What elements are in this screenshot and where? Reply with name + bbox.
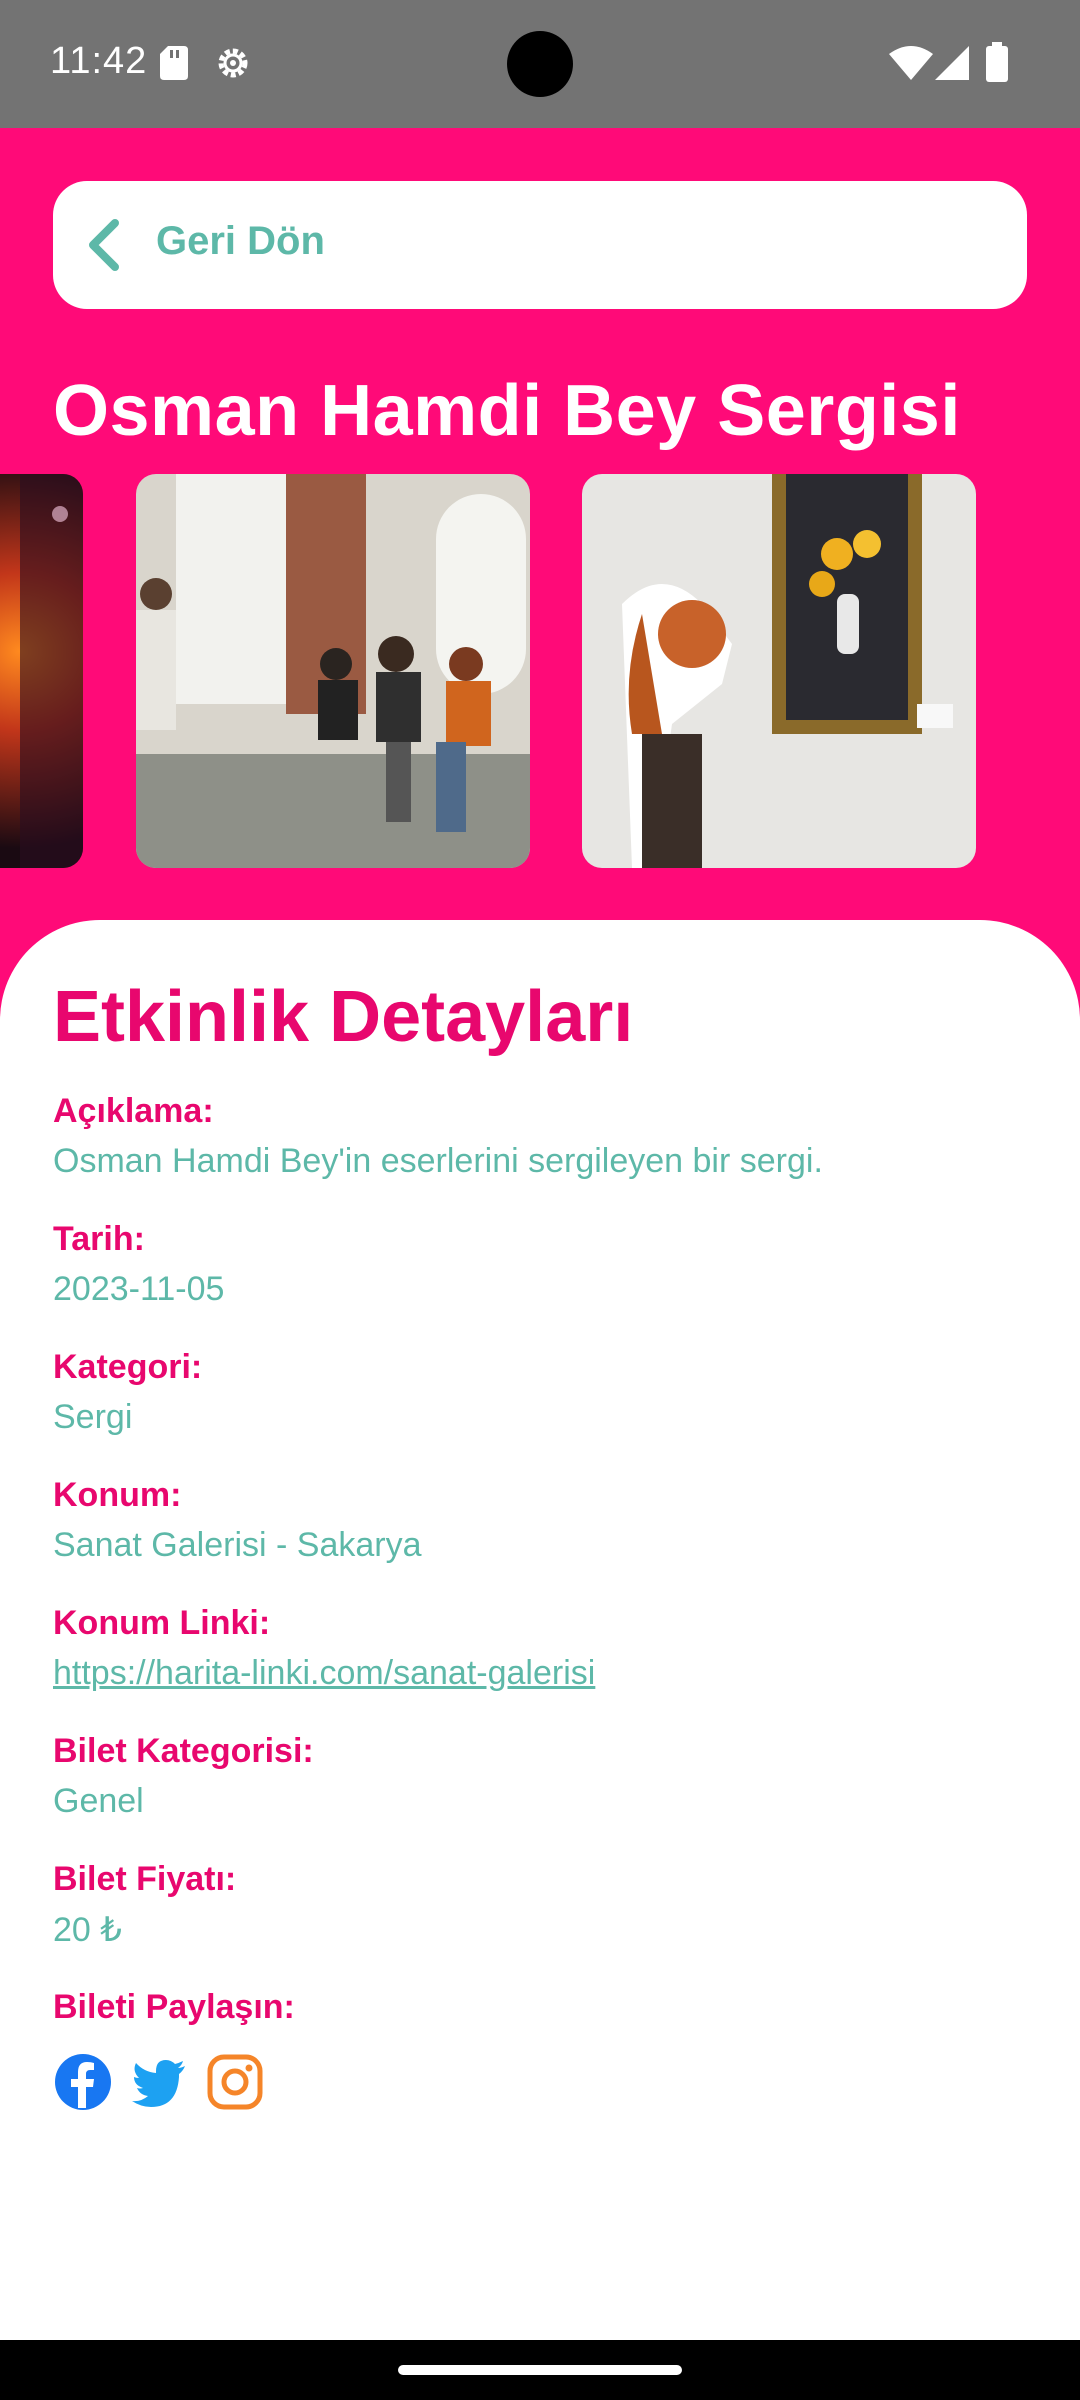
location-label: Konum: <box>53 1476 182 1514</box>
ticket-category-label: Bilet Kategorisi: <box>53 1732 314 1770</box>
battery-icon <box>986 42 1008 82</box>
details-title: Etkinlik Detayları <box>53 977 634 1057</box>
sd-card-icon <box>160 46 188 80</box>
location-link-label: Konum Linki: <box>53 1604 271 1642</box>
event-details-sheet: Etkinlik Detayları Açıklama: Osman Hamdi… <box>0 920 1080 2340</box>
back-button-label: Geri Dön <box>156 219 325 263</box>
ticket-price-label: Bilet Fiyatı: <box>53 1860 237 1898</box>
wifi-icon <box>889 46 933 80</box>
image-gallery[interactable] <box>0 474 1080 868</box>
facebook-icon[interactable] <box>53 2052 113 2112</box>
category-value: Sergi <box>53 1398 133 1436</box>
description-value: Osman Hamdi Bey'in eserlerini sergileyen… <box>53 1142 823 1180</box>
camera-cutout <box>507 31 573 97</box>
twitter-icon[interactable] <box>129 2052 189 2112</box>
date-value: 2023-11-05 <box>53 1270 225 1308</box>
chevron-left-icon <box>89 219 119 271</box>
gallery-image-audience[interactable] <box>136 474 530 868</box>
status-bar: 11:42 <box>0 0 1080 128</box>
description-label: Açıklama: <box>53 1092 214 1130</box>
home-gesture-bar[interactable] <box>398 2365 682 2375</box>
navigation-bar <box>0 2340 1080 2400</box>
back-button[interactable]: Geri Dön <box>53 181 1027 309</box>
instagram-icon[interactable] <box>205 2052 265 2112</box>
location-value: Sanat Galerisi - Sakarya <box>53 1526 422 1564</box>
date-label: Tarih: <box>53 1220 145 1258</box>
signal-icon <box>935 46 969 80</box>
ticket-price-value: 20 ₺ <box>53 1911 122 1949</box>
location-link[interactable]: https://harita-linki.com/sanat-galerisi <box>53 1654 595 1693</box>
share-ticket-label: Bileti Paylaşın: <box>53 1988 295 2026</box>
category-label: Kategori: <box>53 1348 203 1386</box>
event-title: Osman Hamdi Bey Sergisi <box>53 371 961 451</box>
status-time: 11:42 <box>50 40 148 82</box>
gear-icon <box>218 48 248 78</box>
gallery-image-stage[interactable] <box>0 474 83 868</box>
gallery-image-painting[interactable] <box>582 474 976 868</box>
ticket-category-value: Genel <box>53 1782 144 1820</box>
